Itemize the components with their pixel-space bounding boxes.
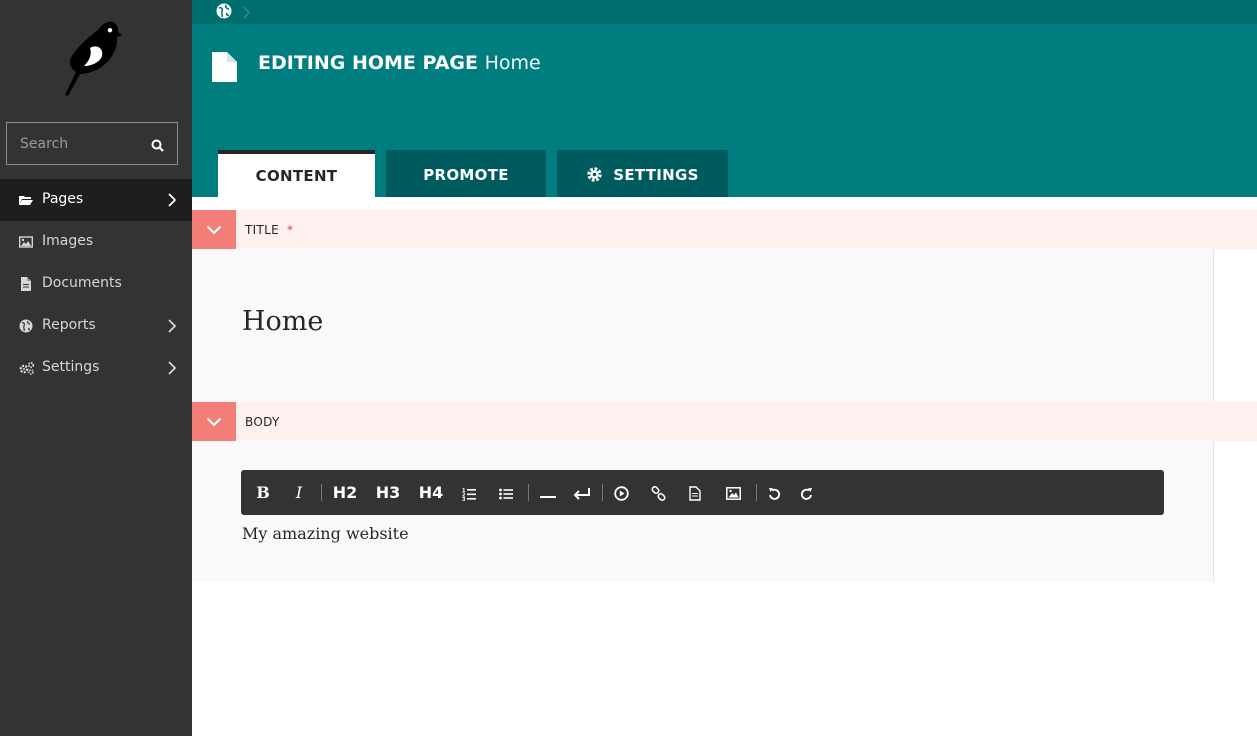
h2-button[interactable]: H2 [329,470,361,515]
chevron-right-icon [168,361,177,375]
sidebar-item-settings[interactable]: Settings [0,347,192,389]
globe-icon [19,319,33,333]
image-button[interactable] [721,470,745,515]
chevron-right-icon [243,4,251,19]
title-field[interactable]: Home [192,249,1214,402]
bulleted-list-icon [499,488,513,499]
image-icon [18,235,34,249]
horizontal-rule-icon [540,495,556,498]
breadcrumb [192,0,1257,24]
ordered-list-button[interactable]: 123 [457,470,481,515]
body-collapse-toggle[interactable] [192,402,236,441]
link-button[interactable] [646,470,670,515]
sidebar-item-documents[interactable]: Documents [0,263,192,305]
tab-label: PROMOTE [423,166,509,184]
search-box[interactable]: Search [6,122,178,165]
cogs-icon [19,361,35,375]
redo-icon [800,488,812,500]
svg-text:3: 3 [462,497,466,501]
h3-button[interactable]: H3 [372,470,404,515]
tab-settings[interactable]: SETTINGS [557,150,728,197]
sidebar-item-label: Pages [42,191,84,207]
title-field-label: TITLE * [245,223,294,237]
document-link-button[interactable] [683,470,707,515]
page-header: EDITING HOME PAGE Home CONTENT PROMOTE S… [192,0,1257,197]
undo-icon [768,488,780,500]
title-field-header: TITLE * [192,210,1257,249]
sidebar-item-label: Reports [42,317,96,333]
italic-button[interactable]: I [287,470,311,515]
globe-icon[interactable] [216,3,232,19]
tab-content[interactable]: CONTENT [218,150,375,197]
page-title: EDITING HOME PAGE Home [258,52,541,74]
sidebar-item-pages[interactable]: Pages [0,179,192,221]
document-icon [19,277,33,291]
sidebar-item-images[interactable]: Images [0,221,192,263]
tab-label: CONTENT [255,167,338,185]
chevron-right-icon [168,193,177,207]
page-title-action: EDITING HOME PAGE [258,52,478,74]
play-circle-icon [613,486,629,501]
search-input[interactable]: Search [20,136,68,152]
document-icon [689,486,701,501]
bold-button[interactable]: B [251,470,275,515]
required-marker: * [286,223,294,237]
ordered-list-icon: 123 [462,488,476,503]
toolbar-divider [528,484,529,501]
title-collapse-toggle[interactable] [192,210,236,249]
undo-button[interactable] [762,470,786,515]
chevron-down-icon [206,225,222,235]
search-icon[interactable] [151,137,164,152]
tab-label: SETTINGS [613,166,699,184]
sidebar-item-reports[interactable]: Reports [0,305,192,347]
sidebar-item-label: Images [42,233,94,249]
title-input[interactable]: Home [242,306,323,337]
toolbar-divider [602,484,603,501]
gear-icon [586,153,603,182]
line-break-icon [573,487,590,500]
chevron-down-icon [206,417,222,427]
chevron-right-icon [168,319,177,333]
sidebar-item-label: Documents [42,275,122,291]
h4-button[interactable]: H4 [415,470,447,515]
bulleted-list-button[interactable] [494,470,518,515]
wagtail-logo[interactable] [56,18,126,98]
main-menu: Pages Images Documents Reports Settings [0,179,192,389]
toolbar-divider [321,484,322,501]
toolbar-divider [756,484,757,501]
horizontal-rule-button[interactable] [536,470,560,515]
page-title-name: Home [484,52,541,74]
redo-button[interactable] [794,470,818,515]
tab-promote[interactable]: PROMOTE [386,150,546,197]
line-break-button[interactable] [570,470,594,515]
sidebar-item-label: Settings [42,359,100,375]
embed-media-button[interactable] [609,470,633,515]
rich-text-toolbar: B I H2 H3 H4 123 [241,470,1164,515]
link-icon [650,485,666,502]
body-field-header: BODY [192,402,1257,441]
folder-open-icon [19,193,33,207]
sidebar: Search Pages Images Documents Reports Se… [0,0,192,736]
body-field-label: BODY [245,415,280,429]
image-icon [725,487,741,500]
document-icon [212,52,238,82]
body-editor[interactable]: My amazing website [242,524,409,543]
